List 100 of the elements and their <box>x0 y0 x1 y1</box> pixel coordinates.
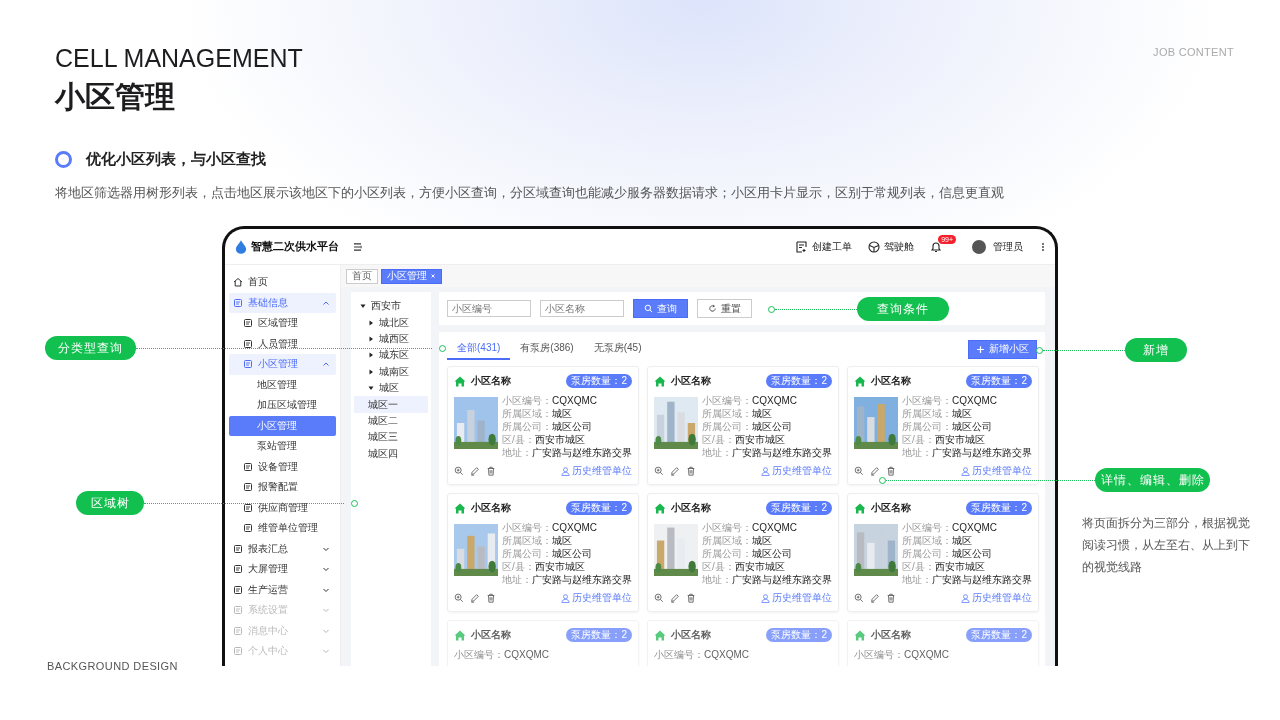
page-tab[interactable]: 小区管理 <box>381 268 442 284</box>
trash-icon[interactable] <box>486 466 496 476</box>
tree-node[interactable]: 城区 <box>354 379 428 397</box>
house-icon <box>654 629 666 641</box>
menu-item-icon <box>243 482 253 493</box>
bell-icon[interactable] <box>930 240 943 253</box>
info-line: 所属区域：城区 <box>502 534 573 547</box>
info-line: 地址：广安路与赵维东路交界 <box>702 446 832 459</box>
history-link[interactable]: 历史维管单位 <box>761 591 832 605</box>
sidebar-item[interactable]: 生产运营 <box>229 579 336 600</box>
tree-node[interactable]: 城区四 <box>354 445 428 462</box>
info-line: 所属公司：城区公司 <box>502 547 593 560</box>
history-link[interactable]: 历史维管单位 <box>561 591 632 605</box>
reset-button[interactable]: 重置 <box>697 299 752 318</box>
card-title: 小区名称 <box>471 374 511 388</box>
header-action[interactable]: 创建工单 <box>796 239 853 254</box>
info-line: 区/县：西安市城区 <box>902 433 986 446</box>
tree-node[interactable]: 城区二 <box>354 412 428 430</box>
sidebar-item[interactable]: 小区管理 <box>229 354 336 375</box>
pencil-icon[interactable] <box>870 466 880 476</box>
info-line: 小区编号：CQXQMC <box>502 394 598 407</box>
zoom-in-icon[interactable] <box>854 466 864 476</box>
sidebar-item[interactable]: 地区管理 <box>229 374 336 395</box>
annotation-label: 查询条件 <box>857 297 949 321</box>
sidebar-item[interactable]: 首页 <box>229 272 336 293</box>
pencil-icon[interactable] <box>870 593 880 603</box>
sidebar-item[interactable]: 设备管理 <box>229 456 336 477</box>
tree-node[interactable]: 城区一 <box>354 396 428 413</box>
annotation-label: 详情、编辑、删除 <box>1095 468 1210 492</box>
trash-icon[interactable] <box>486 593 496 603</box>
pencil-icon[interactable] <box>470 466 480 476</box>
info-line: 所属公司：城区公司 <box>902 420 993 433</box>
sidebar-item[interactable]: 基础信息 <box>229 292 336 313</box>
info-line: 小区编号：CQXQMC <box>854 648 949 661</box>
history-link[interactable]: 历史维管单位 <box>961 591 1032 605</box>
sidebar-item[interactable]: 报警配置 <box>229 477 336 498</box>
steering-wheel-icon <box>868 240 881 253</box>
header-action[interactable]: 驾驶舱 <box>868 239 915 254</box>
info-line: 小区编号：CQXQMC <box>702 394 798 407</box>
tree-node[interactable]: 城区三 <box>354 429 428 446</box>
menu-item-icon <box>233 605 243 616</box>
filter-tab[interactable]: 全部(431) <box>447 338 511 360</box>
sidebar-item[interactable]: 区域管理 <box>229 313 336 334</box>
history-link[interactable]: 历史维管单位 <box>961 464 1032 478</box>
zoom-in-icon[interactable] <box>454 593 464 603</box>
filter-tab[interactable]: 有泵房(386) <box>510 338 584 360</box>
zoom-in-icon[interactable] <box>854 593 864 603</box>
filter-tab[interactable]: 无泵房(45) <box>583 338 652 360</box>
sidebar-item[interactable]: 人员管理 <box>229 333 336 354</box>
zoom-in-icon[interactable] <box>654 593 664 603</box>
footer-label: BACKGROUND DESIGN <box>47 660 178 672</box>
info-line: 所属区域：城区 <box>902 407 973 420</box>
sidebar-item[interactable]: 大屏管理 <box>229 559 336 580</box>
user-icon <box>561 466 570 476</box>
user-name[interactable]: 管理员 <box>993 239 1023 254</box>
pencil-icon[interactable] <box>670 593 680 603</box>
pump-count-badge: 泵房数量：2 <box>766 501 832 515</box>
zoom-in-icon[interactable] <box>454 466 464 476</box>
trash-icon[interactable] <box>686 466 696 476</box>
sidebar-item[interactable]: 小区管理 <box>229 415 336 436</box>
history-link[interactable]: 历史维管单位 <box>761 464 832 478</box>
sidebar-item[interactable]: 加压区域管理 <box>229 395 336 416</box>
input-field[interactable]: 小区名称 <box>540 300 624 317</box>
sidebar-item[interactable]: 泵站管理 <box>229 436 336 457</box>
pencil-icon[interactable] <box>670 466 680 476</box>
tree-node[interactable]: 西安市 <box>354 298 428 315</box>
history-link[interactable]: 历史维管单位 <box>561 464 632 478</box>
house-icon <box>854 502 866 514</box>
input-field[interactable]: 小区编号 <box>447 300 531 317</box>
card-title: 小区名称 <box>871 374 911 388</box>
trash-icon[interactable] <box>886 593 896 603</box>
sidebar-item[interactable]: 报表汇总 <box>229 538 336 559</box>
house-icon <box>454 502 466 514</box>
avatar[interactable] <box>972 239 986 254</box>
tree-node[interactable]: 城东区 <box>354 347 428 364</box>
more-icon[interactable] <box>1041 240 1045 253</box>
house-icon <box>854 629 866 641</box>
refresh-icon <box>708 304 717 313</box>
description: 将地区筛选器用树形列表，点击地区展示该地区下的小区列表，方便小区查询，分区域查询也能减少服务器数据请求；小区用卡片显示，区别于常规列表，信息更直观 <box>55 184 1004 202</box>
tree-node[interactable]: 城西区 <box>354 330 428 348</box>
tree-node[interactable]: 城北区 <box>354 314 428 331</box>
zoom-in-icon[interactable] <box>654 466 664 476</box>
trash-icon[interactable] <box>886 466 896 476</box>
sidebar-item[interactable]: 维管单位管理 <box>229 518 336 539</box>
add-button[interactable]: 新增小区 <box>968 339 1037 359</box>
menu-icon[interactable] <box>353 242 362 251</box>
info-line: 所属公司：城区公司 <box>702 420 793 433</box>
pump-count-badge: 泵房数量：2 <box>966 374 1032 388</box>
card-title: 小区名称 <box>671 628 711 642</box>
card-title: 小区名称 <box>671 374 711 388</box>
trash-icon[interactable] <box>686 593 696 603</box>
tree-node[interactable]: 城南区 <box>354 363 428 380</box>
search-button[interactable]: 查询 <box>633 299 688 318</box>
house-icon <box>654 502 666 514</box>
pencil-icon[interactable] <box>470 593 480 603</box>
menu-item-icon <box>243 502 253 513</box>
close-icon[interactable] <box>430 273 436 279</box>
info-line: 所属公司：城区公司 <box>502 420 593 433</box>
page-tab[interactable]: 首页 <box>346 268 378 284</box>
info-line: 小区编号：CQXQMC <box>902 394 998 407</box>
